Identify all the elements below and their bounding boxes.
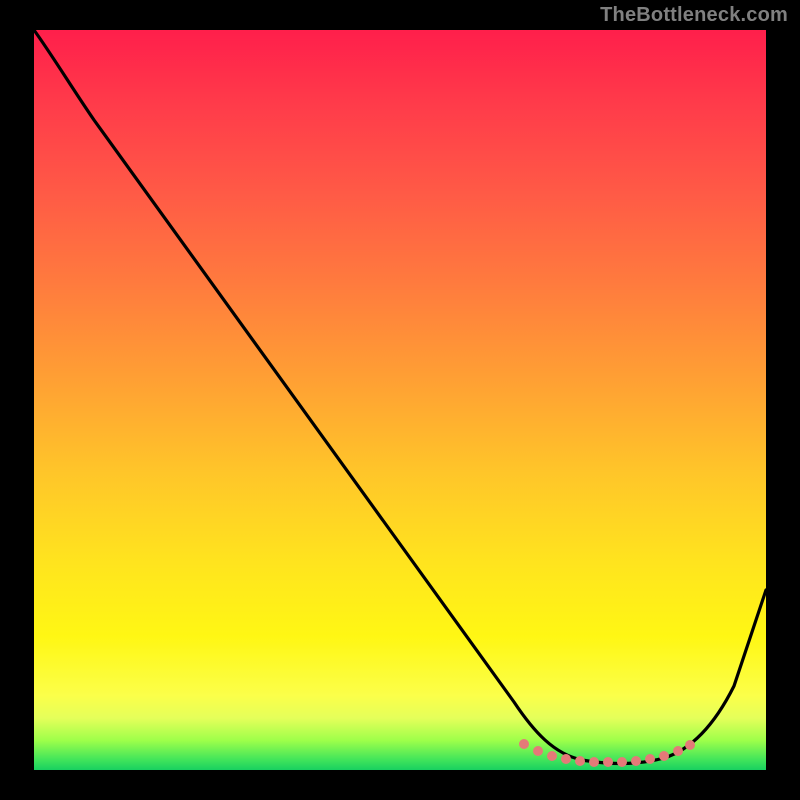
main-curve <box>34 30 766 764</box>
chart-stage: TheBottleneck.com <box>0 0 800 800</box>
curve-layer <box>34 30 766 770</box>
trough-band <box>519 739 695 767</box>
watermark-text: TheBottleneck.com <box>600 4 788 27</box>
plot-area <box>34 30 766 770</box>
